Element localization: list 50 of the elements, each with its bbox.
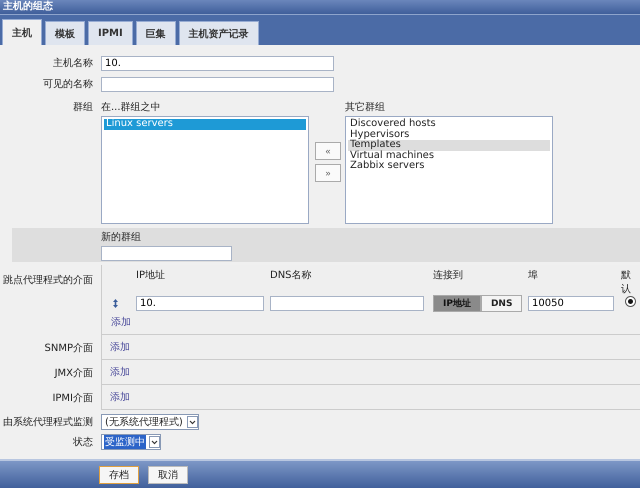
status-select[interactable]: 受监测中 [101, 434, 161, 450]
dns-name-field[interactable] [270, 296, 424, 312]
add-link[interactable]: 添加 [110, 340, 130, 354]
chevron-down-icon [186, 416, 198, 428]
toggle-button[interactable]: IP地址 [433, 295, 481, 312]
field-label: IPMI介面 [51, 392, 94, 404]
host-name-field[interactable]: 10. [101, 56, 334, 70]
cancel-button[interactable]: 取消 [148, 466, 188, 484]
list-item[interactable]: Hypervisors [348, 130, 550, 140]
proxy-select[interactable]: (无系统代理程式) [101, 414, 199, 430]
move-button[interactable]: » [315, 164, 341, 182]
field-label: 跳点代理程式的介面 [2, 274, 94, 287]
list-heading: 其它群组 [345, 100, 385, 114]
visible-name-field[interactable] [101, 76, 334, 92]
add-link[interactable]: 添加 [110, 365, 130, 379]
field-label: 可见的名称 [42, 78, 94, 91]
list-heading: 在...群组之中 [101, 100, 162, 114]
window-title: 主机的组态 [3, 1, 53, 12]
tab[interactable]: 主机资产记录 [178, 21, 259, 45]
port-field[interactable]: 10050 [528, 296, 614, 312]
new-group-field[interactable] [101, 246, 232, 260]
save-button[interactable]: 存档 [99, 466, 139, 484]
field-label: 群组 [72, 101, 94, 114]
ip-address-field[interactable]: 10. [136, 296, 264, 312]
add-link[interactable]: 添加 [110, 390, 130, 404]
tab[interactable]: 巨集 [136, 21, 176, 45]
list-item[interactable]: Zabbix servers [348, 161, 550, 172]
tab[interactable]: 主机 [2, 19, 42, 45]
field-label: JMX介面 [53, 366, 94, 380]
list-item[interactable]: Templates [348, 140, 550, 150]
column-header: IP地址 [136, 269, 166, 283]
tab[interactable]: 模板 [45, 21, 85, 45]
field-label: 主机名称 [52, 56, 94, 70]
tab[interactable]: IPMI [88, 21, 133, 45]
column-header: 埠 [528, 269, 539, 283]
field-label: 状态 [72, 436, 94, 449]
column-header: 连接到 [433, 269, 464, 283]
radio-button[interactable] [625, 296, 636, 308]
toggle-button[interactable]: DNS [480, 295, 522, 312]
column-header: DNS名称 [270, 269, 313, 283]
chevron-down-icon [149, 436, 160, 448]
column-header: 默认 [621, 269, 631, 297]
field-label: SNMP介面 [44, 342, 94, 354]
list-item[interactable]: Discovered hosts [348, 119, 550, 130]
field-label: 由系统代理程式监测 [2, 416, 94, 429]
list-item[interactable]: Virtual machines [348, 150, 550, 161]
add-link[interactable]: 添加 [111, 315, 131, 330]
field-label: 新的群组 [101, 230, 142, 244]
move-button[interactable]: « [315, 142, 341, 160]
drag-handle-icon[interactable] [113, 299, 118, 308]
